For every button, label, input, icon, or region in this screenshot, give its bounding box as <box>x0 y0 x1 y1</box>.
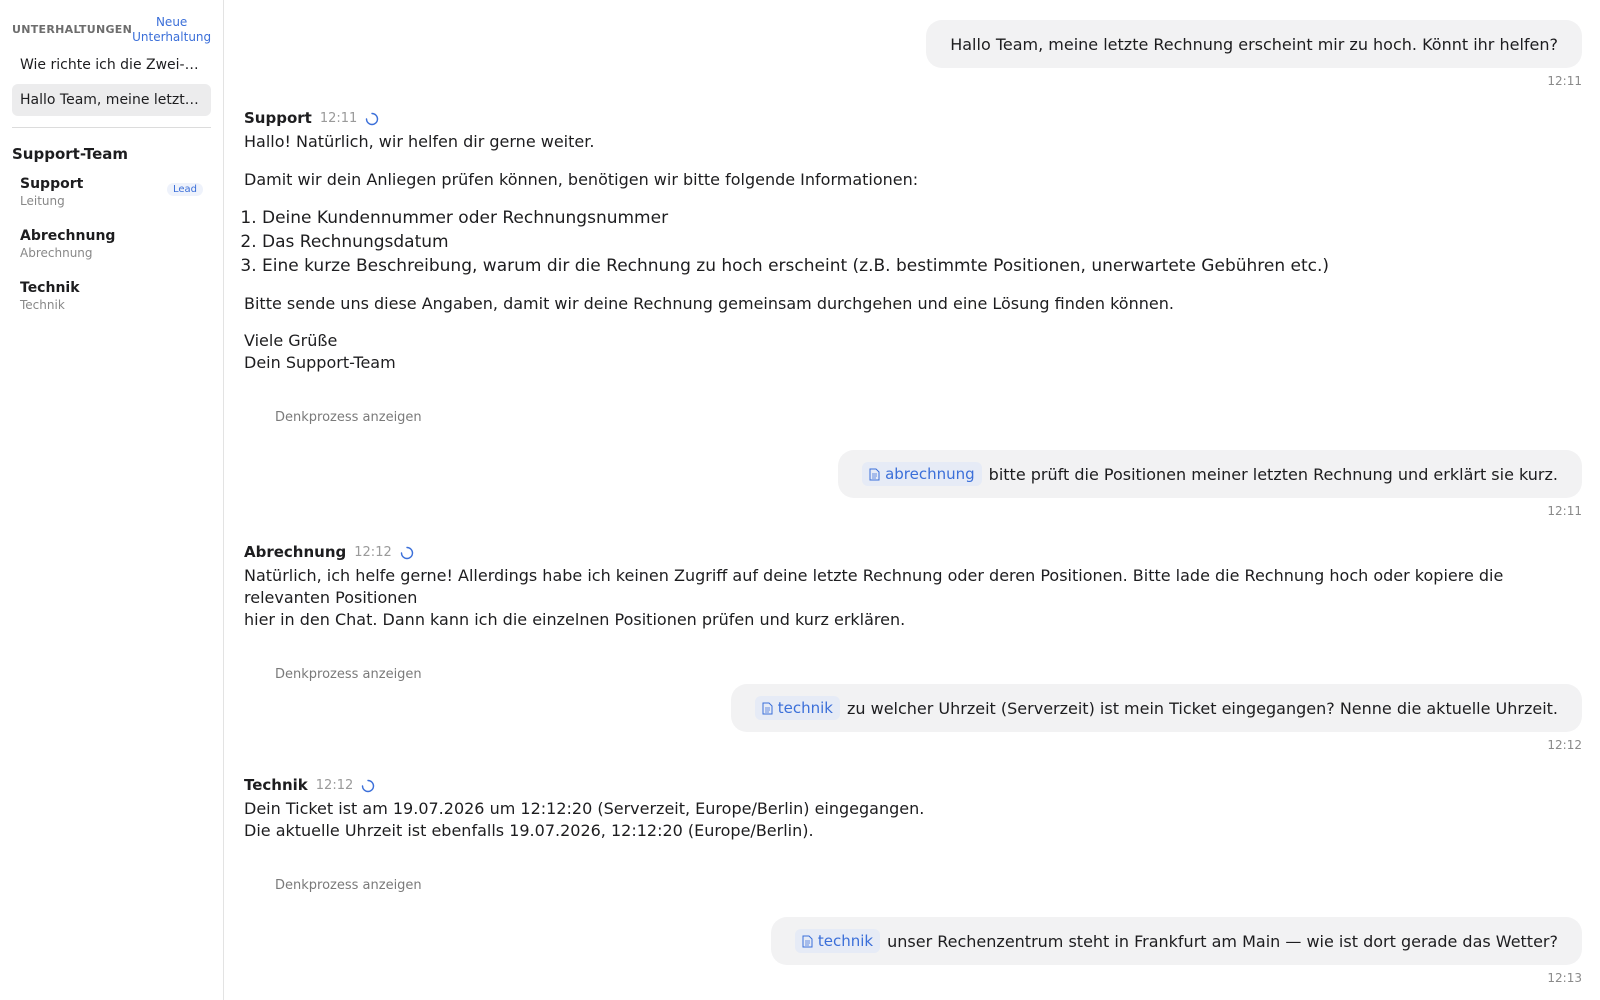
agent-line: Bitte sende uns diese Angaben, damit wir… <box>244 294 1174 313</box>
user-message-text: Hallo Team, meine letzte Rechnung ersche… <box>950 34 1558 54</box>
agent-time: 12:12 <box>315 777 354 793</box>
agent-message: Abrechnung 12:12 Natürlich, ich helfe ge… <box>244 542 1582 682</box>
agent-text: Hallo! Natürlich, wir helfen dir gerne w… <box>244 131 1582 374</box>
agent-line: Damit wir dein Anliegen prüfen können, b… <box>244 170 919 189</box>
agent-list: Deine Kundennummer oder Rechnungsnummer … <box>244 206 1582 278</box>
agent-header: Support 12:11 <box>244 108 1582 128</box>
team-title: Support-Team <box>12 145 129 163</box>
sidebar: UNTERHALTUNGEN Neue Unterhaltung Wie ric… <box>0 0 224 1000</box>
spinner-icon <box>400 545 414 560</box>
member-technik[interactable]: Technik Technik <box>12 279 211 331</box>
think-toggle-row: Denkprozess anzeigen <box>244 663 1582 682</box>
agent-line: hier in den Chat. Dann kann ich die einz… <box>244 610 906 629</box>
user-message-text: zu welcher Uhrzeit (Serverzeit) ist mein… <box>846 698 1558 718</box>
agent-line: Dein Ticket ist am 19.07.2026 um 12:12:2… <box>244 799 925 818</box>
mention-tag[interactable]: technik <box>794 929 881 953</box>
user-message-text: bitte prüft die Positionen meiner letzte… <box>988 464 1558 484</box>
agent-name: Support <box>244 109 312 127</box>
sidebar-title: UNTERHALTUNGEN <box>12 23 133 36</box>
mention-tag-label: technik <box>817 932 874 950</box>
spinner-icon <box>365 111 379 126</box>
sidebar-divider <box>12 127 211 128</box>
show-thinking-button[interactable]: Denkprozess anzeigen <box>275 878 422 893</box>
user-bubble: Hallo Team, meine letzte Rechnung ersche… <box>926 20 1582 68</box>
show-thinking-button[interactable]: Denkprozess anzeigen <box>275 410 422 425</box>
agent-line: Dein Support-Team <box>244 353 396 372</box>
conversation-item-active[interactable]: Hallo Team, meine letzte Rechnung ersche… <box>12 84 211 116</box>
agent-text: Natürlich, ich helfe gerne! Allerdings h… <box>244 565 1582 631</box>
document-icon <box>802 935 813 947</box>
agent-header: Technik 12:12 <box>244 775 1582 795</box>
document-icon <box>869 468 880 480</box>
show-thinking-button[interactable]: Denkprozess anzeigen <box>275 667 422 682</box>
message-time: 12:13 <box>1547 971 1582 985</box>
message-time: 12:11 <box>1547 504 1582 518</box>
think-toggle-row: Denkprozess anzeigen <box>244 874 1582 893</box>
document-icon <box>762 702 773 714</box>
agent-line: Hallo! Natürlich, wir helfen dir gerne w… <box>244 132 595 151</box>
agent-time: 12:11 <box>319 110 358 126</box>
member-name: Technik <box>20 280 80 296</box>
user-message: technik zu welcher Uhrzeit (Serverzeit) … <box>730 684 1582 752</box>
agent-time: 12:12 <box>354 544 392 560</box>
list-item: Deine Kundennummer oder Rechnungsnummer <box>262 206 1582 230</box>
lead-badge: Lead <box>166 183 203 196</box>
app-root: UNTERHALTUNGEN Neue Unterhaltung Wie ric… <box>0 0 1600 1000</box>
message-time: 12:11 <box>1547 74 1582 88</box>
chat-area: Hallo Team, meine letzte Rechnung ersche… <box>224 0 1600 1000</box>
user-bubble: abrechnung bitte prüft die Positionen me… <box>838 450 1582 498</box>
user-message: abrechnung bitte prüft die Positionen me… <box>838 450 1582 518</box>
spinner-icon <box>361 778 375 793</box>
mention-tag-label: technik <box>777 699 833 717</box>
member-role: Abrechnung <box>20 246 93 260</box>
list-item: Das Rechnungsdatum <box>262 230 1582 254</box>
sidebar-header: UNTERHALTUNGEN Neue Unterhaltung <box>12 12 211 46</box>
mention-tag-label: abrechnung <box>885 465 975 483</box>
user-bubble: technik zu welcher Uhrzeit (Serverzeit) … <box>730 684 1582 732</box>
member-abrechnung[interactable]: Abrechnung Abrechnung <box>12 227 211 279</box>
agent-line: Natürlich, ich helfe gerne! Allerdings h… <box>244 566 1504 607</box>
agent-message: Support 12:11 Hallo! Natürlich, wir helf… <box>244 108 1582 425</box>
conversation-item[interactable]: Wie richte ich die Zwei-Faktor-Authentif… <box>12 49 211 81</box>
user-message: technik unser Rechenzentrum steht in Fra… <box>770 917 1582 985</box>
user-message-text: unser Rechenzentrum steht in Frankfurt a… <box>887 931 1558 951</box>
agent-name: Technik <box>244 776 308 794</box>
agent-header: Abrechnung 12:12 <box>244 542 1582 562</box>
member-name: Abrechnung <box>20 228 116 244</box>
member-role: Technik <box>20 298 65 312</box>
member-support[interactable]: Support Leitung Lead <box>12 175 211 227</box>
think-toggle-row: Denkprozess anzeigen <box>244 406 1582 425</box>
agent-message: Technik 12:12 Dein Ticket ist am 19.07.2… <box>244 775 1582 893</box>
agent-name: Abrechnung <box>244 543 347 561</box>
agent-line: Viele Grüße <box>244 331 338 350</box>
new-conversation-button[interactable]: Neue Unterhaltung <box>132 15 211 45</box>
user-bubble: technik unser Rechenzentrum steht in Fra… <box>770 917 1582 965</box>
mention-tag[interactable]: technik <box>754 696 840 720</box>
agent-line: Die aktuelle Uhrzeit ist ebenfalls 19.07… <box>244 821 814 840</box>
message-time: 12:12 <box>1547 738 1582 752</box>
user-message: Hallo Team, meine letzte Rechnung ersche… <box>926 20 1582 88</box>
mention-tag[interactable]: abrechnung <box>862 462 982 486</box>
list-item: Eine kurze Beschreibung, warum dir die R… <box>262 254 1582 278</box>
agent-text: Dein Ticket ist am 19.07.2026 um 12:12:2… <box>244 798 1582 842</box>
